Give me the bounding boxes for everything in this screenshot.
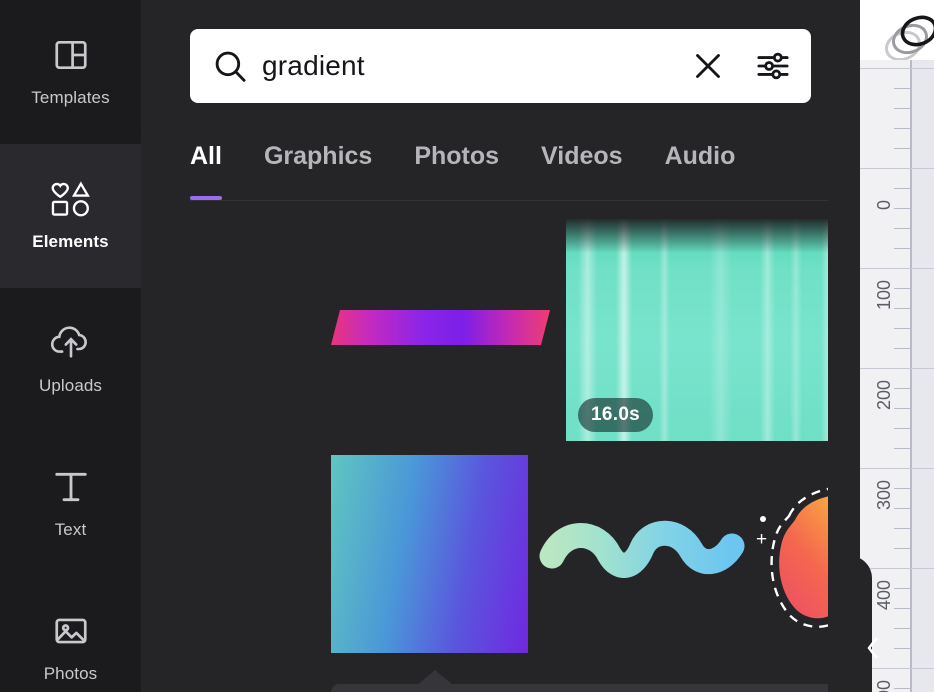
app-root: Templates Elements Uploads Text Photos g… [0, 0, 934, 692]
result-gradient-band[interactable] [331, 310, 550, 345]
tab-label: Graphics [263, 142, 373, 170]
ruler-minor-tick [894, 448, 910, 449]
sidebar-item-label: Photos [43, 664, 98, 683]
ruler-major-tick [860, 268, 934, 269]
sidebar-item-label: Text [54, 520, 87, 539]
filter-sliders-icon[interactable] [755, 48, 791, 84]
ruler-major-tick [860, 368, 934, 369]
plus-mark-icon: + [756, 529, 768, 550]
ruler-minor-tick [894, 628, 910, 629]
ruler-minor-tick [894, 328, 910, 329]
sidebar-item-label: Uploads [38, 376, 103, 395]
search-icon[interactable] [212, 48, 248, 84]
ruler-tick-label: 300 [874, 479, 894, 510]
ruler-edge [910, 60, 934, 692]
ruler-minor-tick [894, 408, 910, 409]
tab-label: Audio [664, 142, 736, 170]
ruler-minor-tick [894, 648, 910, 649]
tab-all[interactable]: All [190, 136, 222, 206]
search-input[interactable] [262, 50, 677, 82]
sidebar-item-label: Elements [32, 232, 109, 251]
text-t-icon [53, 468, 89, 511]
tab-audio[interactable]: Audio [665, 136, 736, 206]
ruler-major-tick [860, 468, 934, 469]
tab-graphics[interactable]: Graphics [264, 136, 372, 206]
result-wavy-shape[interactable] [539, 520, 745, 578]
ruler-minor-tick [894, 388, 910, 389]
ruler-tick-label: 500 [874, 680, 895, 692]
ruler-tick-label: 200 [874, 379, 894, 410]
sidebar-item-elements[interactable]: Elements [0, 122, 141, 310]
ruler-minor-tick [894, 108, 910, 109]
panel-collapse-region [840, 556, 877, 692]
ruler-minor-tick [894, 248, 910, 249]
ruler-minor-tick [894, 228, 910, 229]
sidebar-item-photos[interactable]: Photos [0, 576, 141, 692]
ruler-minor-tick [894, 528, 910, 529]
tab-label: Videos [541, 142, 623, 170]
collapse-bg [840, 556, 872, 692]
ruler-minor-tick [894, 188, 910, 189]
tab-videos[interactable]: Videos [541, 136, 623, 206]
ruler-major-tick [860, 68, 934, 69]
video-top-fade [566, 219, 860, 253]
left-rail: Templates Elements Uploads Text Photos [0, 0, 141, 692]
search-bar[interactable] [190, 29, 811, 103]
result-video-thumbnail[interactable]: 16.0s [566, 219, 860, 441]
ruler-minor-tick [894, 348, 910, 349]
video-duration-label: 16.0s [591, 404, 641, 425]
photo-icon [52, 612, 90, 655]
ruler-minor-tick [894, 488, 910, 489]
overlapping-circles-icon [876, 6, 934, 60]
dot-mark-icon [760, 516, 766, 522]
tabs-divider [190, 200, 830, 201]
tab-label: Photos [414, 142, 500, 170]
ruler-minor-tick [894, 608, 910, 609]
ruler-tick-label: 0 [874, 199, 894, 210]
ruler-minor-tick [894, 148, 910, 149]
ruler-minor-tick [894, 688, 910, 689]
elements-icon [50, 180, 92, 223]
category-tabs: All Graphics Photos Videos Audio [190, 136, 830, 206]
sidebar-item-label: Templates [31, 88, 110, 107]
ruler-minor-tick [894, 548, 910, 549]
ruler-tick-label: 100 [874, 279, 894, 310]
ruler-tick-label: 400 [874, 579, 894, 610]
canvas-top-region [860, 0, 934, 60]
close-x-icon[interactable] [691, 49, 725, 83]
ruler-minor-tick [894, 428, 910, 429]
ruler-minor-tick [894, 128, 910, 129]
ruler-minor-tick [894, 588, 910, 589]
result-gradient-square[interactable] [331, 455, 528, 653]
tab-label: All [190, 142, 222, 170]
sidebar-item-text[interactable]: Text [0, 432, 141, 576]
ruler-major-tick [860, 168, 934, 169]
ruler-minor-tick [894, 288, 910, 289]
ruler-minor-tick [894, 308, 910, 309]
video-duration-badge: 16.0s [578, 398, 654, 432]
chevron-left-icon[interactable] [862, 628, 884, 668]
sidebar-item-uploads[interactable]: Uploads [0, 288, 141, 432]
ruler-minor-tick [894, 508, 910, 509]
elements-panel: All Graphics Photos Videos Audio [141, 0, 860, 692]
ruler-minor-tick [894, 88, 910, 89]
upload-cloud-icon [50, 324, 91, 367]
tooltip-popover [331, 684, 860, 692]
ruler-minor-tick [894, 208, 910, 209]
tab-photos[interactable]: Photos [414, 136, 499, 206]
templates-icon [52, 36, 90, 79]
